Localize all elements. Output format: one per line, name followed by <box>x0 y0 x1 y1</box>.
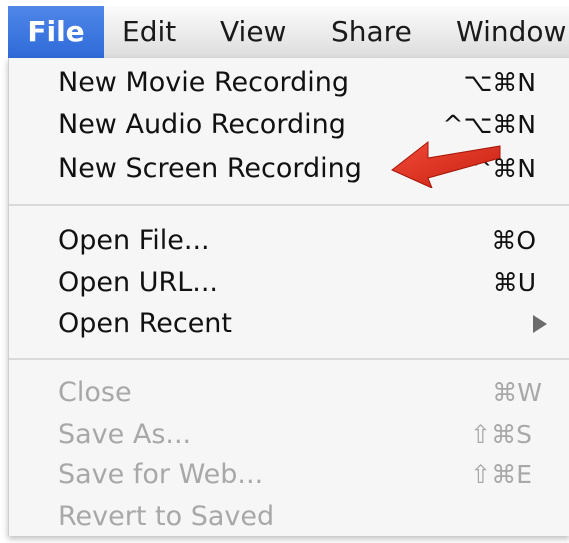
triangle-right-icon <box>533 315 547 333</box>
shortcut-close: ⌘W <box>492 378 542 407</box>
menubar-file[interactable]: File <box>8 6 104 58</box>
menu-item-save-for-web: Save for Web... <box>58 459 264 490</box>
menubar-view[interactable]: View <box>220 6 286 58</box>
menu-item-save-as: Save As... <box>58 419 192 450</box>
menu-item-close: Close <box>58 377 132 408</box>
menu-item-new-audio-recording[interactable]: New Audio Recording <box>58 106 346 144</box>
red-arrow-icon <box>391 140 501 188</box>
menu-bar: File Edit View Share Window <box>8 6 569 59</box>
menubar-edit[interactable]: Edit <box>122 6 176 58</box>
shortcut-save-for-web: ⇧⌘E <box>470 460 532 489</box>
shortcut-save-as: ⇧⌘S <box>470 420 532 449</box>
shortcut-new-movie-recording: ⌥⌘N <box>463 68 536 97</box>
shortcut-open-file: ⌘O <box>491 226 536 255</box>
menu-separator <box>9 358 569 360</box>
menu-separator <box>9 204 569 206</box>
menu-item-open-file[interactable]: Open File... <box>58 222 210 260</box>
shortcut-open-url: ⌘U <box>492 268 536 297</box>
menu-item-revert-to-saved: Revert to Saved <box>58 501 275 532</box>
menubar-share[interactable]: Share <box>331 6 412 58</box>
menu-item-open-recent[interactable]: Open Recent <box>58 305 232 343</box>
menu-item-new-movie-recording[interactable]: New Movie Recording <box>58 64 349 102</box>
menu-item-open-url[interactable]: Open URL... <box>58 264 218 302</box>
menu-item-new-screen-recording[interactable]: New Screen Recording <box>58 150 362 188</box>
menubar-window[interactable]: Window <box>456 6 566 58</box>
